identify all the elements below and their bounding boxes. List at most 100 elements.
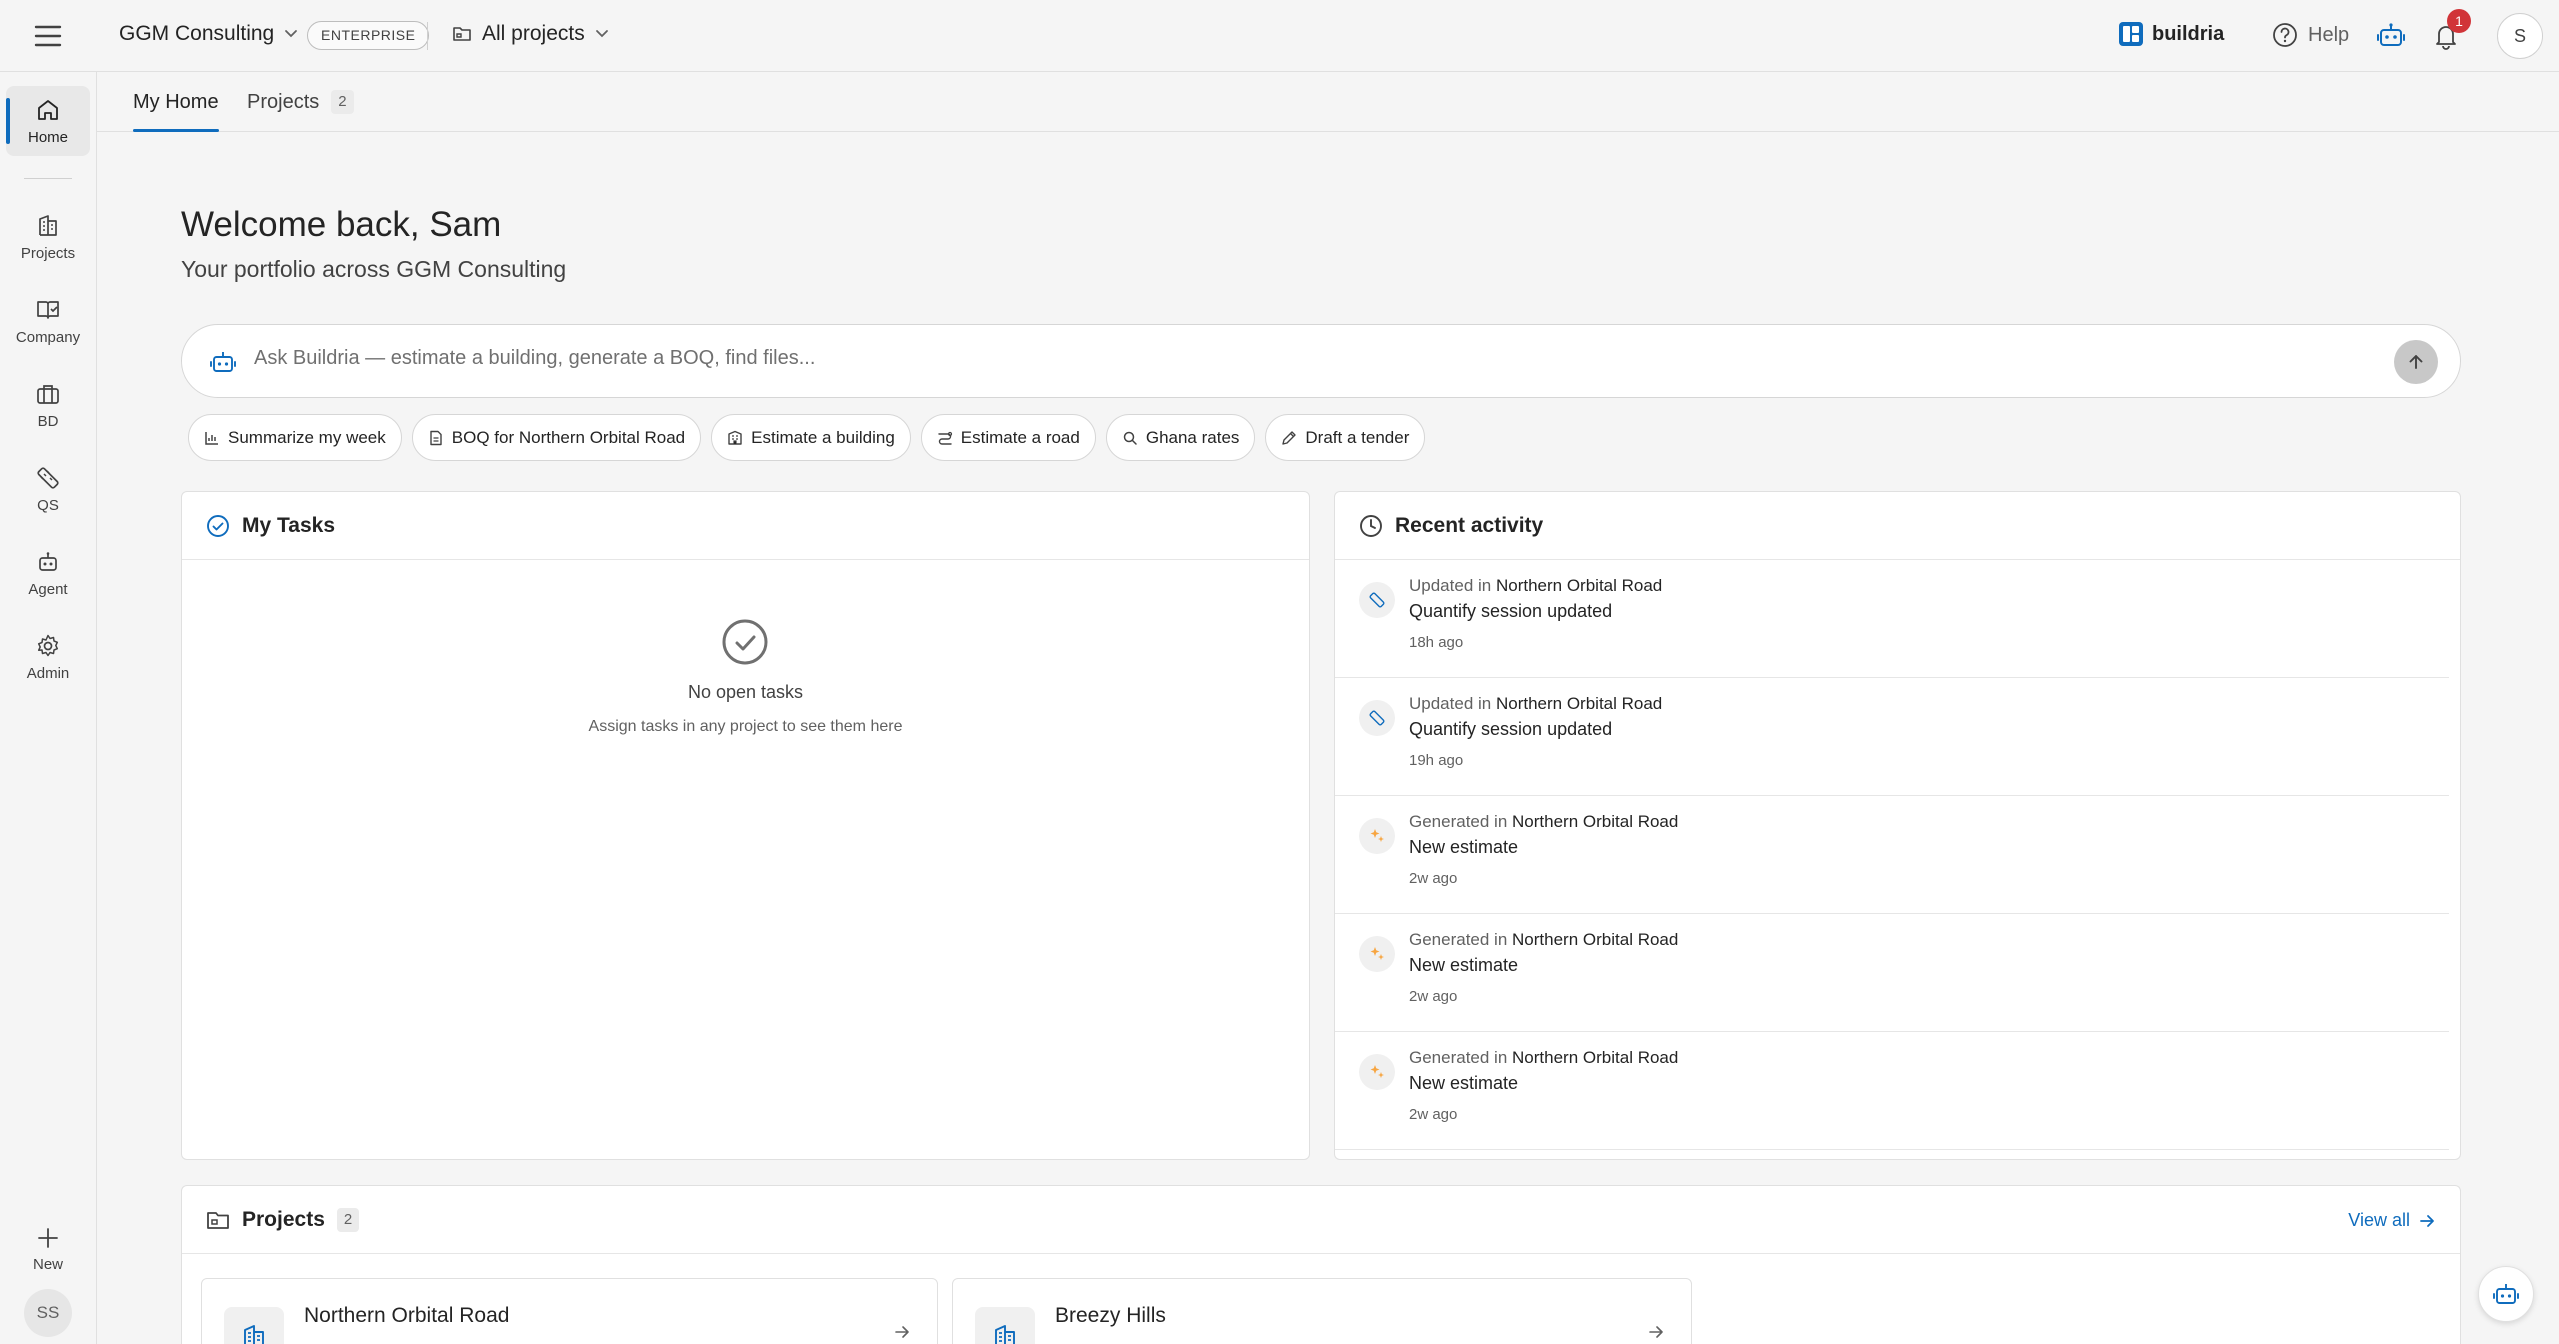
chip-summarize-my-week[interactable]: Summarize my week [188, 414, 402, 461]
arrow-right-icon [2418, 1212, 2436, 1230]
help-icon [2272, 22, 2298, 48]
sidebar-item-admin[interactable]: Admin [6, 622, 90, 692]
project-name: Breezy Hills [1055, 1304, 1166, 1327]
page-subtitle: Your portfolio across GGM Consulting [181, 256, 567, 282]
tab-projects[interactable]: Projects 2 [247, 72, 354, 132]
help-button[interactable]: Help [2272, 22, 2349, 48]
project-card-breezy-hills[interactable]: Breezy Hills [952, 1278, 1692, 1344]
tab-label: My Home [133, 90, 219, 113]
sidebar-item-label: Projects [20, 244, 76, 262]
empty-state-title: No open tasks [687, 682, 804, 702]
folder-icon [206, 1209, 230, 1231]
tab-my-home[interactable]: My Home [133, 72, 219, 132]
check-circle-icon [721, 618, 769, 666]
new-button[interactable]: New [6, 1214, 90, 1284]
activity-description: New estimate [1409, 955, 1519, 975]
view-all-link[interactable]: View all [2348, 1210, 2436, 1231]
chip-draft-tender[interactable]: Draft a tender [1265, 414, 1426, 461]
floating-agent-button[interactable] [2478, 1266, 2534, 1322]
agent-bot-icon[interactable] [2375, 20, 2407, 52]
send-button[interactable] [2394, 340, 2438, 384]
buildria-logo-icon [2118, 21, 2144, 47]
pen-icon [1281, 430, 1297, 446]
new-label: New [32, 1255, 63, 1273]
arrow-up-icon [2406, 352, 2426, 372]
activity-description: Quantify session updated [1409, 719, 1613, 739]
sidebar-item-home[interactable]: Home [6, 86, 90, 156]
building-icon [727, 430, 743, 446]
sidebar-item-agent[interactable]: Agent [6, 538, 90, 608]
activity-context: Generated in Northern Orbital Road [1409, 812, 1678, 832]
project-card-northern-orbital-road[interactable]: Northern Orbital Road [201, 1278, 938, 1344]
plus-icon [36, 1226, 60, 1250]
card-header: My Tasks [182, 492, 1309, 560]
building-icon [224, 1307, 284, 1344]
activity-item[interactable]: Updated in Northern Orbital Road Quantif… [1335, 560, 2449, 678]
help-label: Help [2308, 23, 2350, 46]
check-circle-icon [206, 514, 230, 538]
card-header: Recent activity [1335, 492, 2460, 560]
activity-item[interactable]: Generated in Northern Orbital Road New e… [1335, 914, 2449, 1032]
activity-project: Northern Orbital Road [1495, 576, 1663, 595]
hamburger-menu-icon[interactable] [32, 22, 64, 50]
my-tasks-card: My Tasks No open tasks Assign tasks in a… [181, 491, 1310, 1160]
activity-context: Updated in Northern Orbital Road [1409, 576, 1662, 596]
project-name: Northern Orbital Road [304, 1304, 510, 1327]
document-icon [428, 430, 444, 446]
ruler-icon [1359, 700, 1395, 736]
activity-description: Quantify session updated [1409, 601, 1613, 621]
ask-input[interactable] [254, 347, 2254, 370]
ask-bar[interactable] [181, 324, 2461, 398]
activity-verb: Updated in [1409, 694, 1492, 713]
divider [427, 22, 428, 50]
sparkle-icon [1359, 818, 1395, 854]
bot-icon [2492, 1281, 2520, 1307]
home-icon [35, 97, 61, 123]
projects-count-badge: 2 [336, 1207, 360, 1232]
activity-item[interactable]: Generated in Northern Orbital Road New e… [1335, 796, 2449, 914]
sidebar-item-company[interactable]: Company [6, 286, 90, 356]
project-scope-dropdown[interactable]: All projects [452, 22, 609, 46]
brand-name: buildria [2152, 22, 2225, 45]
chip-estimate-building[interactable]: Estimate a building [711, 414, 911, 461]
chip-ghana-rates[interactable]: Ghana rates [1105, 414, 1256, 461]
tab-count-badge: 2 [331, 90, 354, 114]
sidebar-item-label: QS [37, 496, 59, 514]
chevron-down-icon [595, 29, 609, 39]
sidebar-item-projects[interactable]: Projects [6, 202, 90, 272]
sidebar-item-label: Agent [28, 580, 68, 598]
tab-label: Projects [247, 90, 320, 113]
activity-item[interactable]: Updated in Northern Orbital Road Quantif… [1335, 678, 2449, 796]
activity-item[interactable]: Generated in Northern Orbital Road New e… [1335, 1032, 2449, 1150]
sidebar-user-avatar[interactable]: SS [24, 1289, 72, 1337]
chip-estimate-road[interactable]: Estimate a road [920, 414, 1096, 461]
empty-state-subtitle: Assign tasks in any project to see them … [588, 718, 903, 735]
plan-badge: ENTERPRISE [307, 21, 430, 50]
arrow-right-icon [893, 1323, 911, 1341]
folder-icon [452, 25, 472, 43]
sidebar-item-qs[interactable]: QS [6, 454, 90, 524]
chip-label: Estimate a road [960, 427, 1080, 447]
user-avatar[interactable]: S [2497, 13, 2543, 59]
building-icon [975, 1307, 1035, 1344]
activity-project: Northern Orbital Road [1512, 812, 1679, 831]
briefcase-icon [35, 381, 61, 407]
book-icon [35, 297, 61, 323]
sidebar-item-label: Company [15, 328, 81, 346]
sparkle-icon [1359, 1054, 1395, 1090]
activity-project: Northern Orbital Road [1495, 694, 1663, 713]
activity-verb: Updated in [1409, 576, 1492, 595]
sparkle-icon [1359, 936, 1395, 972]
chevron-down-icon [284, 29, 298, 39]
bot-icon [209, 349, 237, 375]
page-tabs: My Home Projects 2 [97, 72, 2559, 132]
project-scope-label: All projects [482, 22, 585, 45]
org-switcher[interactable]: GGM Consulting [119, 22, 298, 46]
chip-label: Summarize my week [228, 427, 386, 447]
chip-boq[interactable]: BOQ for Northern Orbital Road [411, 414, 702, 461]
sidebar-item-label: Home [27, 128, 68, 146]
org-name: GGM Consulting [119, 22, 275, 45]
sidebar-item-bd[interactable]: BD [6, 370, 90, 440]
sidebar-divider [24, 178, 72, 179]
card-title: Projects [242, 1207, 325, 1231]
